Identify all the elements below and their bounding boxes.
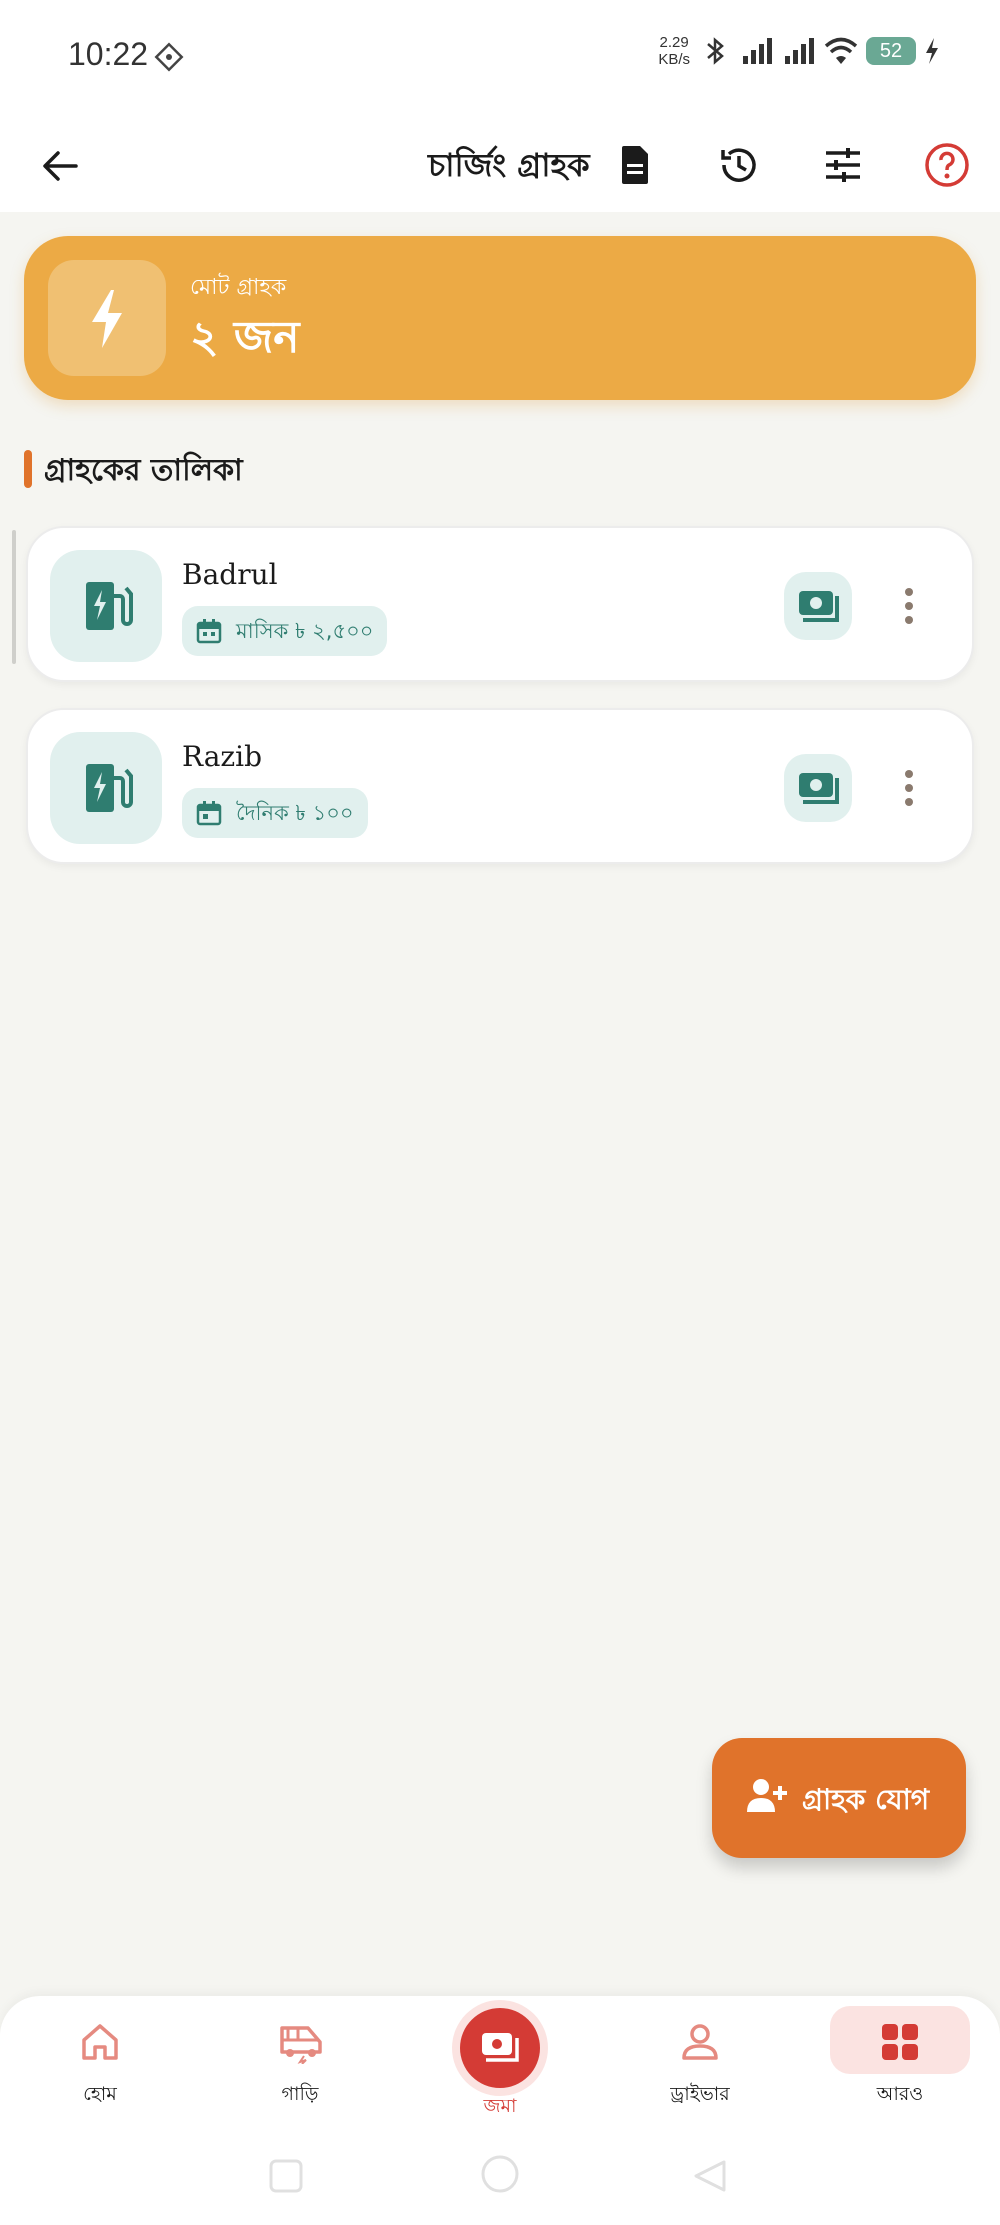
network-speed: 2.29 KB/s bbox=[658, 34, 690, 68]
nav-deposit-label: জমা bbox=[483, 2095, 517, 2117]
nav-driver[interactable]: ড্রাইভার bbox=[620, 1996, 780, 2122]
bottom-navigation: হোম গাড়ি জমা ড্রাইভার আরও bbox=[0, 1996, 1000, 2122]
customer-name: Badrul bbox=[182, 558, 278, 591]
home-circle-icon[interactable] bbox=[480, 2154, 520, 2194]
summary-icon-box bbox=[48, 260, 166, 376]
person-add-icon bbox=[747, 1779, 787, 1812]
document-icon[interactable] bbox=[610, 140, 660, 190]
calendar-icon bbox=[196, 801, 222, 826]
grid-icon bbox=[882, 2024, 918, 2060]
cash-icon bbox=[482, 2033, 519, 2062]
nav-more[interactable]: আরও bbox=[820, 1996, 980, 2122]
history-icon[interactable] bbox=[714, 140, 764, 190]
signal-icon bbox=[743, 38, 772, 64]
vehicle-icon bbox=[280, 2026, 322, 2064]
app-bar: চার্জিং গ্রাহক bbox=[0, 118, 1000, 212]
add-customer-button[interactable]: গ্রাহক যোগ bbox=[712, 1738, 966, 1858]
charging-icon bbox=[926, 38, 938, 64]
customer-card[interactable]: Razib দৈনিক ৳ ১০০ bbox=[26, 708, 974, 864]
payment-button[interactable] bbox=[784, 572, 852, 640]
section-title: গ্রাহকের তালিকা bbox=[44, 453, 243, 488]
recent-apps-icon[interactable] bbox=[268, 2158, 304, 2194]
total-customers-card: মোট গ্রাহক ২ জন bbox=[24, 236, 976, 400]
tune-icon[interactable] bbox=[818, 140, 868, 190]
nav-driver-label: ড্রাইভার bbox=[670, 2083, 730, 2105]
cash-icon bbox=[799, 591, 839, 622]
cash-icon bbox=[799, 773, 839, 804]
nav-vehicle[interactable]: গাড়ি bbox=[220, 1996, 380, 2122]
system-navigation-bar bbox=[0, 2122, 1000, 2225]
add-customer-label: গ্রাহক যোগ bbox=[802, 1783, 930, 1816]
plan-text: মাসিক ৳ ২,৫০০ bbox=[236, 619, 374, 643]
person-icon bbox=[682, 2024, 718, 2060]
section-accent-bar bbox=[24, 450, 32, 488]
diamond-icon bbox=[154, 42, 184, 72]
page-title: চার্জিং গ্রাহক bbox=[428, 146, 590, 184]
status-bar: 10:22 2.29 KB/s 52 bbox=[0, 0, 1000, 118]
nav-home[interactable]: হোম bbox=[20, 1996, 180, 2122]
customer-icon-box bbox=[50, 550, 162, 662]
payment-button[interactable] bbox=[784, 754, 852, 822]
nav-home-label: হোম bbox=[83, 2083, 117, 2105]
more-options-icon[interactable] bbox=[898, 764, 920, 812]
bolt-icon bbox=[92, 290, 122, 348]
plan-chip: দৈনিক ৳ ১০০ bbox=[182, 788, 368, 838]
nav-more-label: আরও bbox=[876, 2083, 924, 2105]
nav-deposit[interactable] bbox=[460, 2008, 540, 2088]
home-icon bbox=[82, 2024, 118, 2060]
charging-station-icon bbox=[86, 764, 133, 812]
plan-text: দৈনিক ৳ ১০০ bbox=[236, 801, 354, 825]
charging-station-icon bbox=[86, 582, 133, 630]
summary-value: ২ জন bbox=[190, 312, 300, 363]
plan-chip: মাসিক ৳ ২,৫০০ bbox=[182, 606, 388, 656]
customer-card[interactable]: Badrul মাসিক ৳ ২,৫০০ bbox=[26, 526, 974, 682]
summary-label: মোট গ্রাহক bbox=[190, 275, 287, 300]
customer-name: Razib bbox=[182, 740, 263, 773]
back-triangle-icon[interactable] bbox=[692, 2158, 728, 2194]
bluetooth-icon bbox=[707, 37, 724, 65]
help-icon[interactable] bbox=[922, 140, 972, 190]
back-arrow-icon[interactable] bbox=[36, 142, 84, 190]
nav-vehicle-label: গাড়ি bbox=[281, 2083, 319, 2105]
customer-icon-box bbox=[50, 732, 162, 844]
signal-icon bbox=[785, 38, 814, 64]
wifi-icon bbox=[824, 37, 858, 64]
scroll-indicator bbox=[12, 530, 16, 664]
calendar-icon bbox=[196, 619, 222, 644]
status-time: 10:22 bbox=[68, 36, 149, 72]
more-options-icon[interactable] bbox=[898, 582, 920, 630]
battery-indicator: 52 bbox=[866, 37, 916, 65]
